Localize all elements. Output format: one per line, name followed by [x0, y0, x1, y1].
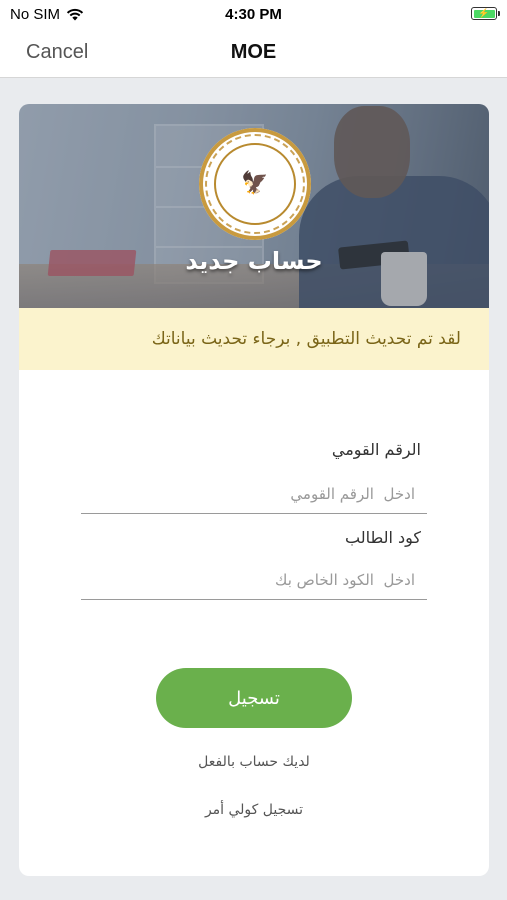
- status-bar: No SIM 4:30 PM ⚡: [0, 0, 507, 30]
- status-time: 4:30 PM: [225, 6, 282, 23]
- registration-card: 🦅 حساب جديد لقد تم تحديث التطبيق , برجاء…: [19, 104, 489, 876]
- student-code-label: كود الطالب: [345, 528, 421, 547]
- ministry-emblem-icon: 🦅: [199, 128, 311, 240]
- national-id-field[interactable]: [81, 474, 427, 514]
- register-button[interactable]: تسجيل: [156, 668, 352, 728]
- update-notice-text: لقد تم تحديث التطبيق , برجاء تحديث بيانا…: [151, 329, 461, 349]
- navigation-bar: Cancel MOE: [0, 30, 507, 78]
- update-notice: لقد تم تحديث التطبيق , برجاء تحديث بيانا…: [19, 308, 489, 370]
- national-id-label: الرقم القومي: [331, 440, 421, 459]
- have-account-link[interactable]: لديك حساب بالفعل: [19, 754, 489, 770]
- battery-charging-icon: ⚡: [471, 7, 500, 20]
- student-code-field[interactable]: [81, 560, 427, 600]
- page-title: MOE: [230, 41, 277, 63]
- header-banner: 🦅 حساب جديد: [19, 104, 489, 308]
- banner-title: حساب جديد: [185, 247, 323, 275]
- guardian-register-link[interactable]: تسجيل كولي أمر: [19, 802, 489, 818]
